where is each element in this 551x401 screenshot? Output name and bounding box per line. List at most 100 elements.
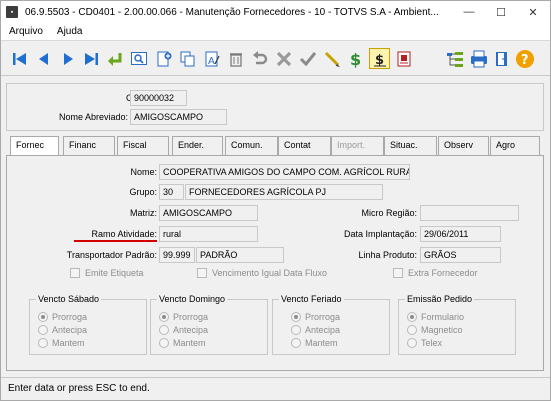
- dollar-icon[interactable]: $: [345, 48, 366, 69]
- radio-label: Prorroga: [52, 312, 88, 322]
- radio-prorroga[interactable]: Prorroga: [291, 312, 340, 322]
- transportador-desc-field: PADRÃO: [196, 247, 284, 263]
- radio-prorroga[interactable]: Prorroga: [159, 312, 208, 322]
- currency-icon[interactable]: $: [369, 48, 390, 69]
- grupo-label: Grupo:: [129, 187, 157, 197]
- pen-icon[interactable]: [321, 48, 342, 69]
- radio-antecipa[interactable]: Antecipa: [38, 325, 87, 335]
- radio-dot: [38, 312, 48, 322]
- radio-label: Antecipa: [173, 325, 209, 335]
- tab-fiscal[interactable]: Fiscal: [117, 136, 169, 155]
- tree-icon[interactable]: [444, 48, 465, 69]
- first-record-icon[interactable]: [9, 48, 30, 69]
- radio-mantem[interactable]: Mantem: [38, 338, 85, 348]
- data-implantacao-field[interactable]: 29/06/2011: [420, 226, 501, 242]
- radio-label: Mantem: [173, 338, 206, 348]
- radio-label: Magnetico: [421, 325, 463, 335]
- group-vencto-domingo: Vencto Domingo Prorroga Antecipa Mantem: [150, 294, 268, 355]
- goto-icon[interactable]: [104, 48, 125, 69]
- edit-icon[interactable]: A: [201, 48, 222, 69]
- header-panel: [6, 83, 544, 131]
- radio-magnetico[interactable]: Magnetico: [407, 325, 463, 335]
- vencimento-igual-checkbox[interactable]: Vencimento Igual Data Fluxo: [197, 268, 327, 278]
- tab-contat[interactable]: Contat: [278, 136, 331, 155]
- tab-comun[interactable]: Comun.: [225, 136, 278, 155]
- radio-telex[interactable]: Telex: [407, 338, 442, 348]
- tab-import: Import.: [331, 136, 384, 155]
- extra-fornecedor-label: Extra Fornecedor: [408, 268, 478, 278]
- nome-label: Nome:: [130, 167, 157, 177]
- radio-label: Formulario: [421, 312, 465, 322]
- undo-icon[interactable]: [249, 48, 270, 69]
- checkbox-box: [197, 268, 207, 278]
- svg-text:?: ?: [521, 53, 529, 68]
- checkbox-box: [393, 268, 403, 278]
- radio-dot: [38, 338, 48, 348]
- tab-observ[interactable]: Observ: [438, 136, 489, 155]
- cancel-icon[interactable]: [273, 48, 294, 69]
- grupo-desc-field: FORNECEDORES AGRÍCOLA PJ: [185, 184, 383, 200]
- previous-record-icon[interactable]: [33, 48, 54, 69]
- menu-arquivo[interactable]: Arquivo: [9, 26, 43, 37]
- grupo-code-field[interactable]: 30: [159, 184, 184, 200]
- emite-etiqueta-checkbox[interactable]: Emite Etiqueta: [70, 268, 144, 278]
- radio-prorroga[interactable]: Prorroga: [38, 312, 87, 322]
- radio-dot: [159, 338, 169, 348]
- svg-text:$: $: [350, 50, 361, 68]
- confirm-icon[interactable]: [297, 48, 318, 69]
- tab-ender[interactable]: Ender.: [172, 136, 223, 155]
- tab-fornec[interactable]: Fornec: [10, 136, 59, 156]
- radio-dot: [291, 312, 301, 322]
- group-title: Vencto Domingo: [157, 294, 228, 304]
- close-button[interactable]: ✕: [518, 1, 548, 23]
- radio-mantem[interactable]: Mantem: [159, 338, 206, 348]
- radio-mantem[interactable]: Mantem: [291, 338, 338, 348]
- new-icon[interactable]: [153, 48, 174, 69]
- svg-text:A: A: [208, 56, 215, 67]
- help-icon[interactable]: ?: [514, 48, 535, 69]
- nome-abreviado-field[interactable]: AMIGOSCAMPO: [130, 109, 227, 125]
- tab-financ[interactable]: Financ: [63, 136, 115, 155]
- transportador-label: Transportador Padrão:: [66, 250, 157, 260]
- next-record-icon[interactable]: [57, 48, 78, 69]
- report-icon[interactable]: [393, 48, 414, 69]
- last-record-icon[interactable]: [80, 48, 101, 69]
- group-vencto-sabado: Vencto Sábado Prorroga Antecipa Mantem: [29, 294, 147, 355]
- radio-antecipa[interactable]: Antecipa: [159, 325, 208, 335]
- radio-label: Antecipa: [52, 325, 88, 335]
- exit-icon[interactable]: [491, 48, 512, 69]
- toolbar: A $ $ ?: [1, 40, 550, 76]
- nome-field[interactable]: COOPERATIVA AMIGOS DO CAMPO COM. AGRÍCOL…: [159, 164, 410, 180]
- radio-dot: [159, 312, 169, 322]
- radio-label: Telex: [421, 338, 443, 348]
- codigo-field[interactable]: 90000032: [130, 90, 187, 106]
- search-icon[interactable]: [128, 48, 149, 69]
- linha-produto-field[interactable]: GRÃOS: [420, 247, 501, 263]
- radio-dot: [291, 338, 301, 348]
- print-icon[interactable]: [468, 48, 489, 69]
- ramo-atividade-field[interactable]: rural: [159, 226, 258, 242]
- radio-label: Prorroga: [173, 312, 209, 322]
- radio-dot: [407, 312, 417, 322]
- menu-ajuda[interactable]: Ajuda: [57, 26, 83, 37]
- group-vencto-feriado: Vencto Feriado Prorroga Antecipa Mantem: [272, 294, 390, 355]
- extra-fornecedor-checkbox[interactable]: Extra Fornecedor: [393, 268, 478, 278]
- status-bar: Enter data or press ESC to end.: [1, 377, 550, 400]
- minimize-button[interactable]: —: [454, 1, 484, 23]
- copy-icon[interactable]: [177, 48, 198, 69]
- radio-formulario[interactable]: Formulario: [407, 312, 464, 322]
- maximize-button[interactable]: ☐: [486, 1, 516, 23]
- nome-abreviado-label: Nome Abreviado:: [58, 112, 128, 122]
- tab-situac[interactable]: Situac.: [384, 136, 437, 155]
- radio-dot: [407, 325, 417, 335]
- transportador-code-field[interactable]: 99.999: [159, 247, 195, 263]
- matriz-field[interactable]: AMIGOSCAMPO: [159, 205, 258, 221]
- group-title: Emissão Pedido: [405, 294, 475, 304]
- delete-icon[interactable]: [225, 48, 246, 69]
- radio-dot: [159, 325, 169, 335]
- radio-antecipa[interactable]: Antecipa: [291, 325, 340, 335]
- group-emissao-pedido: Emissão Pedido Formulario Magnetico Tele…: [398, 294, 516, 355]
- tab-agro[interactable]: Agro: [490, 136, 540, 155]
- micro-regiao-field[interactable]: [420, 205, 519, 221]
- ramo-atividade-label: Ramo Atividade:: [91, 229, 157, 239]
